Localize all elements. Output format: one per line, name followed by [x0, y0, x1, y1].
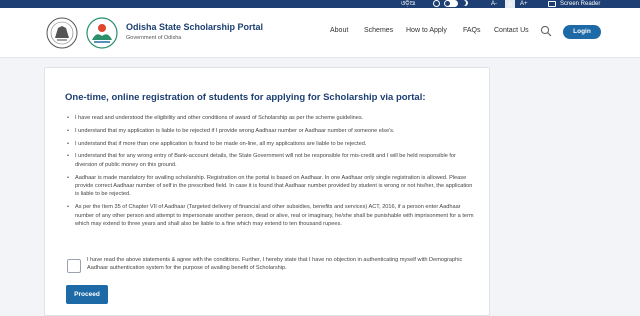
search-icon[interactable] [540, 25, 552, 37]
screen-reader-icon[interactable] [548, 1, 556, 7]
list-item: I have read and understood the eligibili… [67, 114, 477, 123]
top-accessibility-bar: ଓଡ଼ିଆ A- A A+ Screen Reader [0, 0, 640, 8]
login-button[interactable]: Login [563, 25, 601, 39]
nav-faqs[interactable]: FAQs [463, 27, 481, 34]
nav-schemes[interactable]: Schemes [364, 27, 393, 34]
nav-how-to-apply[interactable]: How to Apply [406, 27, 447, 34]
registration-card: One-time, online registration of student… [44, 67, 490, 316]
proceed-button[interactable]: Proceed [66, 285, 108, 304]
nav-about[interactable]: About [330, 27, 348, 34]
list-item: I understand that if more than one appli… [67, 140, 477, 149]
terms-list: I have read and understood the eligibili… [67, 114, 477, 233]
font-normal-button[interactable]: A [505, 0, 516, 8]
scholarship-logo-icon [86, 17, 118, 49]
agree-checkbox[interactable] [67, 259, 81, 273]
dark-mode-icon[interactable] [462, 0, 468, 6]
nav-contact-us[interactable]: Contact Us [494, 27, 529, 34]
theme-toggle[interactable] [444, 0, 458, 7]
page-title: One-time, online registration of student… [65, 92, 426, 103]
site-header: Odisha State Scholarship Portal Governme… [0, 8, 640, 58]
light-mode-icon[interactable] [433, 0, 440, 7]
agree-label: I have read the above statements & agree… [87, 257, 463, 272]
list-item: I understand that my application is liab… [67, 127, 477, 136]
odisha-emblem-icon [46, 17, 78, 49]
site-title[interactable]: Odisha State Scholarship Portal [126, 22, 263, 32]
list-item: I understand that for any wrong entry of… [67, 152, 477, 169]
site-subtitle: Government of Odisha [126, 35, 182, 41]
list-item: Aadhaar is made mandatory for availing s… [67, 174, 477, 199]
list-item: As per the Item 35 of Chapter VII of Aad… [67, 203, 477, 228]
